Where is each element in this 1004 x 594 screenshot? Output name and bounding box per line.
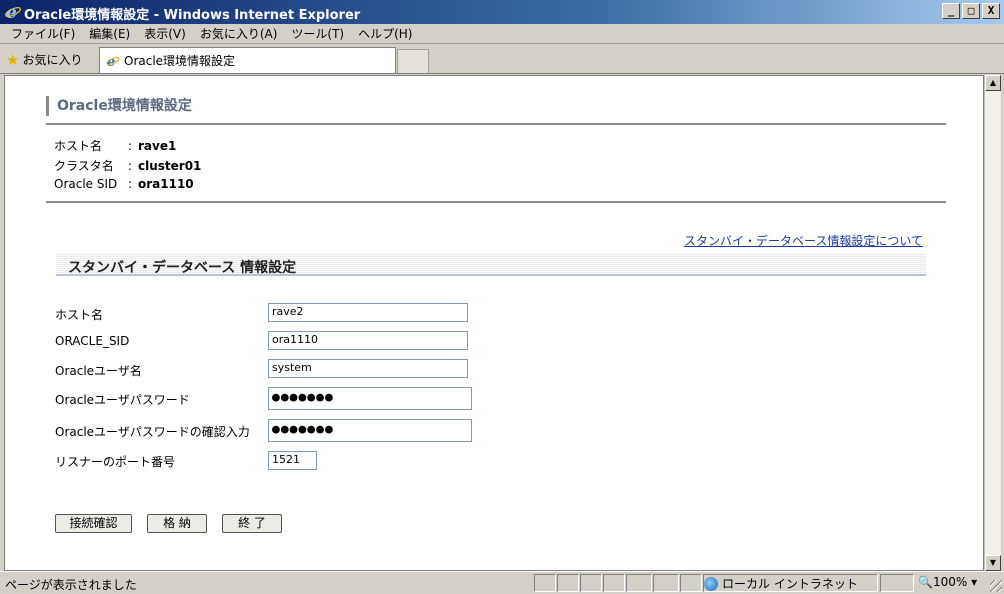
tab-current[interactable]: e Oracle環境情報設定 [99, 47, 396, 73]
favorites-button[interactable]: ★ お気に入り [6, 51, 82, 68]
info-sid-label: Oracle SID [54, 177, 118, 191]
minimize-button[interactable]: _ [942, 3, 960, 19]
scroll-down-button[interactable]: ▼ [985, 555, 1001, 571]
info-host-value: rave1 [138, 139, 177, 153]
connection-check-button[interactable]: 接続確認 [55, 514, 132, 533]
status-cell [557, 574, 579, 592]
menu-file[interactable]: ファイル(F) [4, 25, 82, 42]
host-label: ホスト名 [55, 308, 104, 322]
zone-label: ローカル イントラネット [722, 577, 858, 591]
info-cluster-label: クラスタ名 [54, 159, 114, 173]
section-title: スタンバイ・データベース 情報設定 [68, 260, 297, 276]
divider [46, 123, 946, 125]
status-cell [534, 574, 556, 592]
menu-bar: ファイル(F) 編集(E) 表示(V) お気に入り(A) ツール(T) ヘルプ(… [0, 24, 1004, 44]
help-link[interactable]: スタンバイ・データベース情報設定について [684, 232, 923, 249]
port-input[interactable]: 1521 [268, 451, 317, 470]
zoom-icon: 🔍 [918, 575, 933, 589]
page-title: Oracle環境情報設定 [46, 96, 192, 116]
zoom-level: 100% [932, 575, 968, 589]
user-label: Oracleユーザ名 [55, 364, 142, 378]
page-content: Oracle環境情報設定 ホスト名: rave1 クラスタ名: cluster01 … [4, 75, 984, 571]
menu-view[interactable]: 表示(V) [137, 25, 193, 42]
info-host-label: ホスト名 [54, 139, 103, 153]
vertical-scrollbar[interactable]: ▲ ▼ [984, 75, 1001, 571]
user-input[interactable]: system [268, 359, 468, 378]
tab-title: Oracle環境情報設定 [124, 54, 236, 68]
save-button[interactable]: 格 納 [147, 514, 207, 533]
favorites-label: お気に入り [22, 53, 83, 67]
menu-help[interactable]: ヘルプ(H) [351, 25, 419, 42]
info-cluster-value: cluster01 [138, 159, 202, 173]
ie-logo-icon: e [5, 3, 21, 21]
password-confirm-label: Oracleユーザパスワードの確認入力 [55, 425, 250, 439]
menu-favorites[interactable]: お気に入り(A) [193, 25, 285, 42]
info-cluster: クラスタ名: cluster01 [54, 157, 201, 174]
status-text: ページが表示されました [5, 578, 137, 592]
sid-input[interactable]: ora1110 [268, 331, 468, 350]
star-icon: ★ [6, 50, 20, 69]
zoom-control[interactable]: 🔍100% ▾ [918, 575, 977, 589]
new-tab-button[interactable] [397, 49, 429, 73]
info-sid: Oracle SID: ora1110 [54, 177, 194, 191]
divider [46, 201, 946, 203]
menu-edit[interactable]: 編集(E) [82, 25, 137, 42]
status-cell [653, 574, 679, 592]
info-colon: : [128, 139, 133, 153]
security-zone[interactable]: ローカル イントラネット [704, 575, 858, 592]
tab-bar: ★ お気に入り e Oracle環境情報設定 [0, 45, 1004, 74]
password-input[interactable]: ●●●●●●● [268, 387, 472, 410]
sid-label: ORACLE_SID [55, 334, 130, 348]
password-label: Oracleユーザパスワード [55, 393, 190, 407]
host-input[interactable]: rave2 [268, 303, 468, 322]
ie-page-icon: e [106, 55, 120, 68]
chevron-down-icon: ▾ [967, 575, 978, 589]
scroll-track[interactable] [985, 91, 1001, 555]
status-cell [680, 574, 702, 592]
status-cell [580, 574, 602, 592]
resize-grip-icon[interactable] [990, 580, 1002, 592]
password-confirm-input[interactable]: ●●●●●●● [268, 419, 472, 442]
info-colon: : [128, 177, 133, 191]
status-cell [626, 574, 652, 592]
exit-button[interactable]: 終 了 [222, 514, 282, 533]
window-title-bar: e Oracle環境情報設定 - Windows Internet Explor… [0, 0, 1004, 24]
close-button[interactable]: X [982, 3, 1000, 19]
maximize-button[interactable]: □ [962, 3, 980, 19]
window-title: Oracle環境情報設定 - Windows Internet Explorer [24, 8, 361, 23]
protected-mode-cell[interactable] [880, 574, 914, 592]
info-host: ホスト名: rave1 [54, 137, 176, 154]
menu-tools[interactable]: ツール(T) [284, 25, 351, 42]
status-bar: ページが表示されました ローカル イントラネット 🔍100% ▾ [0, 571, 1004, 594]
globe-icon [704, 576, 718, 591]
port-label: リスナーのポート番号 [55, 455, 176, 469]
section-header: スタンバイ・データベース 情報設定 [56, 254, 926, 276]
scroll-up-button[interactable]: ▲ [985, 75, 1001, 91]
info-colon: : [128, 159, 133, 173]
status-cell [603, 574, 625, 592]
info-sid-value: ora1110 [138, 177, 194, 191]
